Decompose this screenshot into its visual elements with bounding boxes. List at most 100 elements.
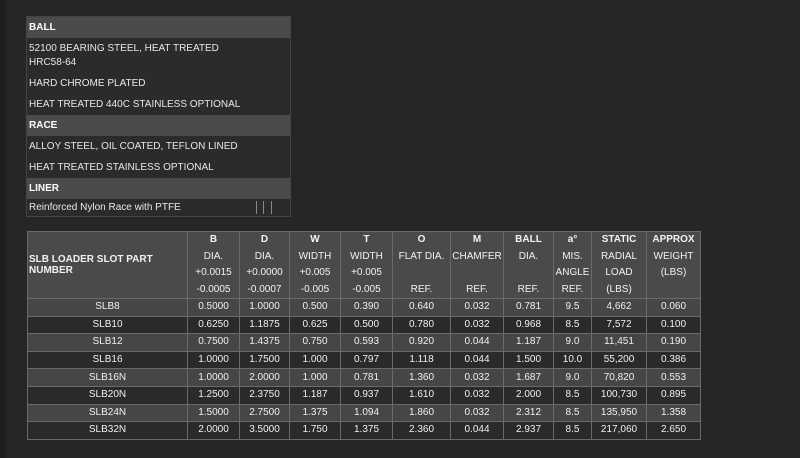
table-cell: 1.0000 xyxy=(239,298,290,317)
column-header: a° MIS. ANGLE REF. xyxy=(553,231,592,299)
liner-material-cell: Reinforced Nylon Race with PTFE xyxy=(27,199,290,216)
column-header-line: -0.0005 xyxy=(196,283,231,295)
table-cell: 1.0000 xyxy=(187,368,240,387)
slb-spec-table: SLB LOADER SLOT PART NUMBER B DIA. +0.0015… xyxy=(27,231,701,440)
column-symbol: STATIC xyxy=(601,234,637,245)
column-header: O FLAT DIA. REF. xyxy=(392,231,451,299)
table-cell: 70,820 xyxy=(591,368,647,387)
table-cell: 1.4375 xyxy=(239,333,290,352)
table-cell: 0.780 xyxy=(392,315,451,335)
column-header-line xyxy=(451,265,503,282)
table-cell: 3.5000 xyxy=(239,421,290,440)
table-cell: 0.032 xyxy=(450,315,504,335)
column-header: W WIDTH +0.005 -0.005 xyxy=(289,231,341,299)
table-cell: 1.750 xyxy=(289,421,341,440)
table-cell: 0.100 xyxy=(646,315,701,335)
column-symbol: D xyxy=(260,234,269,245)
column-header-line: DIA. xyxy=(254,250,275,262)
column-header-line: -0.005 xyxy=(352,283,381,295)
table-cell: 0.797 xyxy=(340,350,393,370)
column-header: T WIDTH +0.005 -0.005 xyxy=(340,231,393,299)
part-number-cell: SLB8 xyxy=(27,298,188,317)
column-header-line: LOAD xyxy=(605,267,633,278)
table-cell: 1.000 xyxy=(289,350,341,370)
table-cell: 2.312 xyxy=(503,403,554,423)
table-cell: 0.781 xyxy=(503,298,554,317)
table-cell: 1.375 xyxy=(340,421,393,440)
table-cell: 1.358 xyxy=(646,403,701,423)
part-number-cell: SLB32N xyxy=(27,421,188,440)
table-cell: 1.1875 xyxy=(239,315,290,335)
table-cell: 1.500 xyxy=(503,350,554,370)
table-cell: 0.386 xyxy=(646,350,701,370)
column-header: APPROX WEIGHT (LBS) xyxy=(646,231,701,299)
table-cell: 1.5000 xyxy=(187,403,240,423)
table-cell: 0.5000 xyxy=(187,298,240,317)
table-cell: 1.094 xyxy=(340,403,393,423)
part-number-cell: SLB20N xyxy=(27,385,188,405)
table-cell: 0.060 xyxy=(646,298,701,317)
table-cell: 2.000 xyxy=(503,385,554,405)
column-header-line: DIA. xyxy=(518,250,539,262)
table-cell: 1.187 xyxy=(289,385,341,405)
column-header-line: ANGLE xyxy=(555,267,590,278)
part-number-cell: SLB12 xyxy=(27,333,188,352)
table-cell: 0.7500 xyxy=(187,333,240,352)
table-cell: 8.5 xyxy=(553,385,592,405)
race-material-1: ALLOY STEEL, OIL COATED, TEFLON LINED xyxy=(27,136,290,157)
table-cell: 0.895 xyxy=(646,385,701,405)
table-cell: 0.032 xyxy=(450,368,504,387)
table-cell: 1.610 xyxy=(392,385,451,405)
ball-material-3: HEAT TREATED 440C STAINLESS OPTIONAL xyxy=(27,94,290,115)
table-cell: 7,572 xyxy=(591,315,647,335)
column-header-line: (LBS) xyxy=(660,267,687,278)
table-cell: 10.0 xyxy=(553,350,592,370)
column-header-line: WIDTH xyxy=(350,250,383,262)
table-cell: 100,730 xyxy=(591,385,647,405)
table-cell: 1.0000 xyxy=(187,350,240,370)
table-cell: 0.044 xyxy=(450,350,504,370)
table-cell: 0.6250 xyxy=(187,315,240,335)
column-header: D DIA. +0.0000 -0.0007 xyxy=(239,231,290,299)
column-symbol: a° xyxy=(567,234,578,245)
table-cell: 0.920 xyxy=(392,333,451,352)
column-header-line: REF. xyxy=(410,283,433,295)
table-cell: 8.5 xyxy=(553,315,592,335)
table-cell: 2.7500 xyxy=(239,403,290,423)
table-cell: 1.375 xyxy=(289,403,341,423)
column-header-line: DIA. xyxy=(203,250,224,262)
table-cell: 0.937 xyxy=(340,385,393,405)
ball-heading: BALL xyxy=(27,17,290,38)
column-header-line: +0.0000 xyxy=(246,267,283,278)
table-cell: 0.553 xyxy=(646,368,701,387)
table-cell: 0.500 xyxy=(340,315,393,335)
table-cell: 8.5 xyxy=(553,403,592,423)
column-header-line: +0.005 xyxy=(351,267,382,278)
column-header-line: (LBS) xyxy=(606,283,632,295)
table-cell: 1.860 xyxy=(392,403,451,423)
table-cell: 1.7500 xyxy=(239,350,290,370)
table-cell: 9.0 xyxy=(553,368,592,387)
column-header-line: -0.005 xyxy=(300,283,330,295)
table-cell: 0.500 xyxy=(289,298,341,317)
column-header: M CHAMFER REF. xyxy=(450,231,504,299)
table-cell: 4,662 xyxy=(591,298,647,317)
table-cell: 2.650 xyxy=(646,421,701,440)
column-header-line xyxy=(393,265,450,282)
table-cell: 0.190 xyxy=(646,333,701,352)
table-cell: 1.187 xyxy=(503,333,554,352)
table-row: SLB12 0.7500 1.4375 0.750 0.593 0.920 0.044 1.1… xyxy=(27,333,701,352)
liner-material-1: Reinforced Nylon Race with PTFE xyxy=(29,201,181,213)
table-row: SLB10 0.6250 1.1875 0.625 0.500 0.780 0.032 0.9… xyxy=(27,315,701,335)
column-header-line: +0.005 xyxy=(299,267,331,278)
table-cell: 0.044 xyxy=(450,421,504,440)
table-row: SLB32N 2.0000 3.5000 1.750 1.375 2.360 0.044 2.… xyxy=(27,421,701,440)
column-header-line: +0.0015 xyxy=(195,267,232,278)
table-cell: 217,060 xyxy=(591,421,647,440)
table-cell: 0.032 xyxy=(450,298,504,317)
column-header-line: WEIGHT xyxy=(653,250,694,262)
table-cell: 2.360 xyxy=(392,421,451,440)
table-row: SLB8 0.5000 1.0000 0.500 0.390 0.640 0.032 0.78… xyxy=(27,298,701,317)
part-number-cell: SLB24N xyxy=(27,403,188,423)
column-header-line xyxy=(647,282,700,299)
